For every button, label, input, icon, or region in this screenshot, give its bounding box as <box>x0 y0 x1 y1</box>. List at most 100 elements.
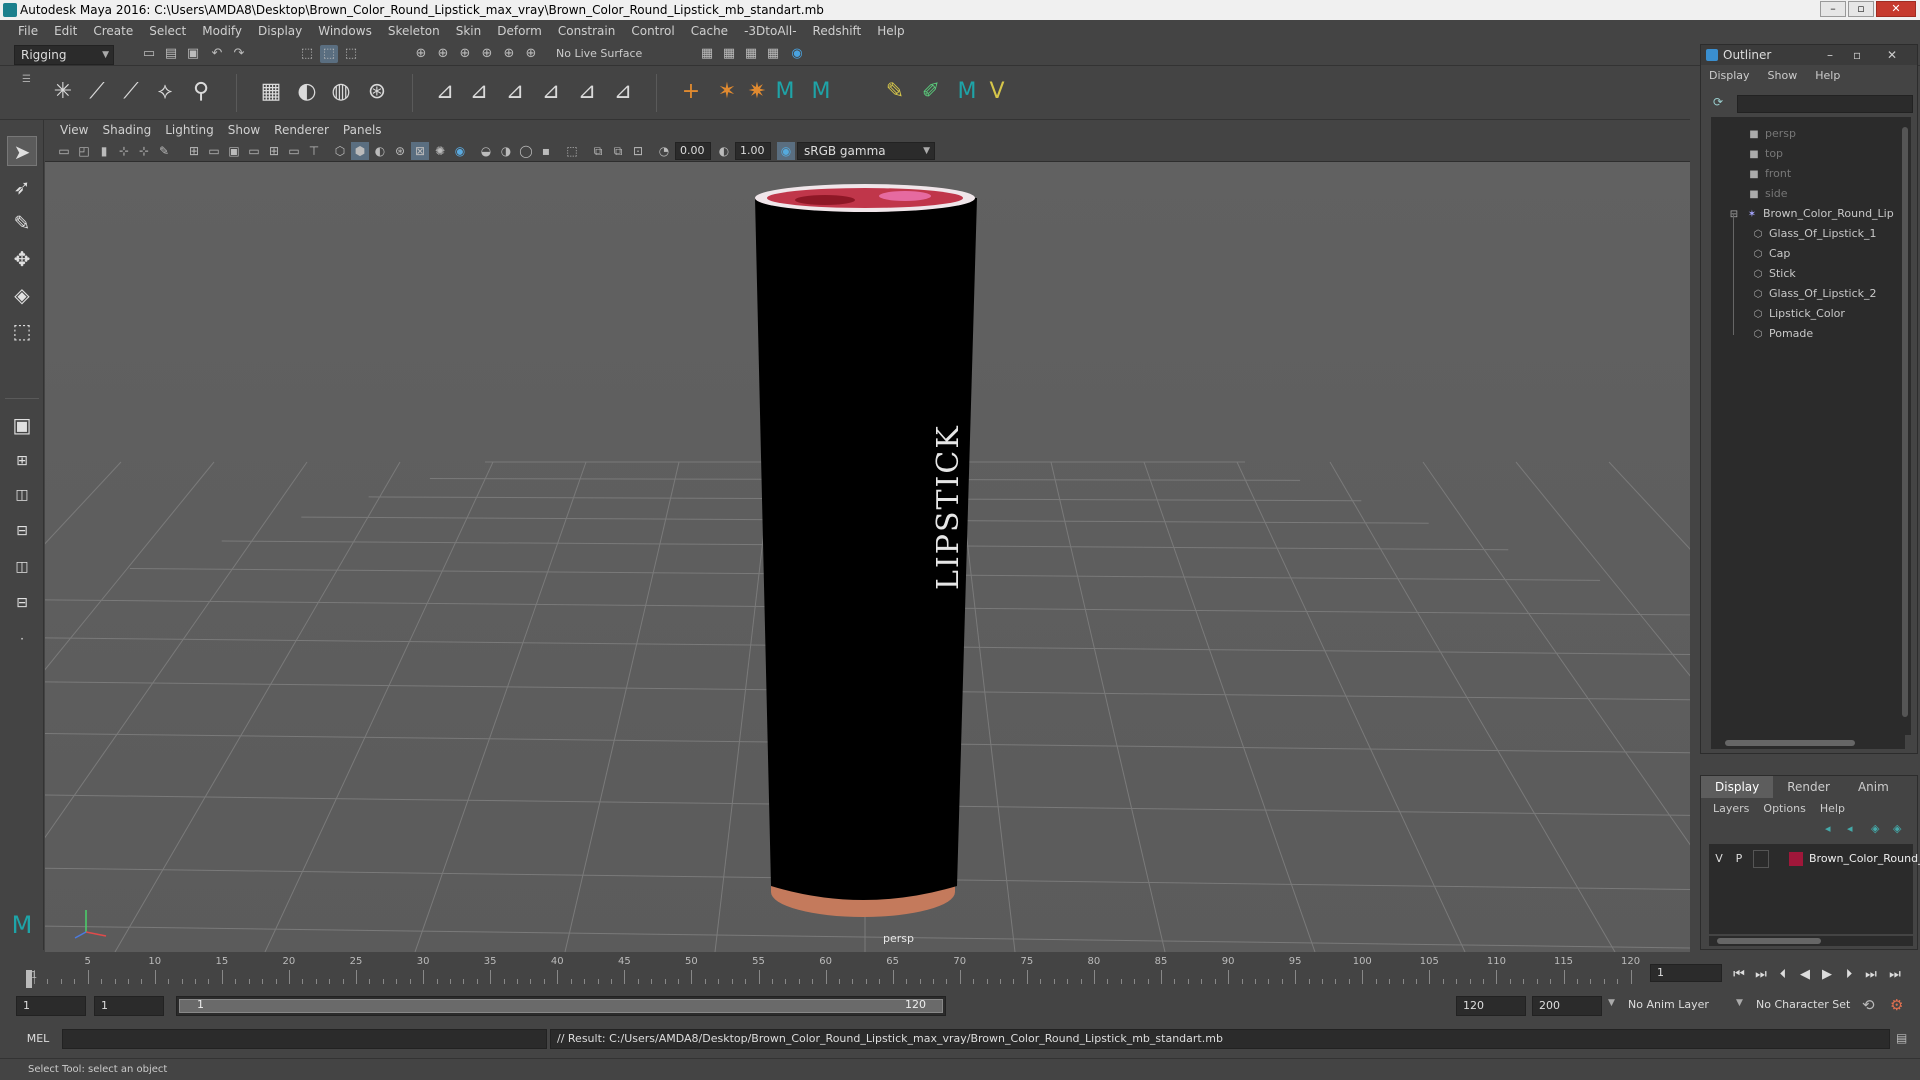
command-input[interactable] <box>62 1029 547 1049</box>
rotate-tool-icon[interactable]: ◈ <box>7 280 37 310</box>
motion-blur-icon[interactable]: ◑ <box>497 142 515 160</box>
snap-grid-icon[interactable]: ⊕ <box>412 45 430 63</box>
tab-render[interactable]: Render <box>1773 776 1844 798</box>
xray-joints-icon[interactable]: ⧉ <box>589 142 607 160</box>
gamma-field[interactable]: 1.00 <box>735 142 771 160</box>
outliner-close-button[interactable]: ✕ <box>1887 45 1897 65</box>
panel-menu-shading[interactable]: Shading <box>95 123 158 137</box>
layout-four-icon[interactable]: ⊞ <box>7 446 37 476</box>
locator-icon[interactable]: + <box>676 77 706 107</box>
panel-menu-show[interactable]: Show <box>221 123 267 137</box>
menu-file[interactable]: File <box>10 24 46 38</box>
ambient-occlusion-icon[interactable]: ◒ <box>477 142 495 160</box>
character-set-dropdown[interactable]: No Character Set <box>1756 998 1850 1011</box>
menu-3dtoall[interactable]: -3DtoAll- <box>736 24 804 38</box>
gate-mask-icon[interactable]: ▭ <box>245 142 263 160</box>
live-surface-field[interactable]: No Live Surface <box>556 47 642 60</box>
start-time-field[interactable]: 1 <box>16 996 86 1016</box>
layout-outliner-icon[interactable]: ⊟ <box>7 588 37 618</box>
anim-layer-dropdown-icon[interactable]: ▼ <box>1608 998 1615 1008</box>
lasso-tool-icon[interactable]: ➶ <box>7 172 37 202</box>
script-language-toggle[interactable]: MEL <box>18 1030 58 1048</box>
time-ruler[interactable]: 1 5 10 15 20 25 30 35 40 45 50 55 60 65 70 75 80 85 90 95 10… <box>28 956 1648 984</box>
go-to-end-icon[interactable]: ⏭ <box>1886 966 1904 984</box>
layer-menu-help[interactable]: Help <box>1820 802 1859 815</box>
menu-windows[interactable]: Windows <box>310 24 380 38</box>
layout-two-icon[interactable]: ◫ <box>7 480 37 510</box>
pole-vector-icon[interactable]: ⊿ <box>608 77 638 107</box>
lipstick-model[interactable]: LIPSTICK <box>45 162 1690 952</box>
select-camera-icon[interactable]: ▭ <box>55 142 73 160</box>
save-scene-icon[interactable]: ▣ <box>184 45 202 63</box>
panel-menu-lighting[interactable]: Lighting <box>158 123 221 137</box>
playback-end-field[interactable]: 120 <box>1456 996 1526 1016</box>
nonlinear-icon[interactable]: ◍ <box>326 77 356 107</box>
play-forwards-icon[interactable]: ▶ <box>1818 966 1836 984</box>
joint-orient-icon[interactable]: ✷ <box>742 77 772 107</box>
exposure-field[interactable]: 0.00 <box>675 142 711 160</box>
outliner-camera-persp[interactable]: ■ persp <box>1747 125 1796 143</box>
film-gate-icon[interactable]: ▭ <box>205 142 223 160</box>
end-time-field[interactable]: 200 <box>1532 996 1602 1016</box>
character-set-dropdown-icon[interactable]: ▼ <box>1736 998 1743 1008</box>
layout-three-icon[interactable]: ◫ <box>7 552 37 582</box>
field-chart-icon[interactable]: ⊞ <box>265 142 283 160</box>
menu-modify[interactable]: Modify <box>194 24 250 38</box>
skin-bind-icon[interactable]: ⚲ <box>186 77 216 107</box>
maya-tool-2-icon[interactable]: M <box>806 77 836 107</box>
new-scene-icon[interactable]: ▭ <box>140 45 158 63</box>
range-slider-track[interactable]: 1 120 <box>176 996 946 1016</box>
snap-point-icon[interactable]: ⊕ <box>456 45 474 63</box>
menu-help[interactable]: Help <box>869 24 912 38</box>
time-slider[interactable]: 1 5 10 15 20 25 30 35 40 45 50 55 60 65 70 75 80 85 90 95 10… <box>0 952 1920 988</box>
outliner-minimize-button[interactable]: – <box>1827 45 1833 65</box>
outliner-item[interactable]: ⬡ Stick <box>1751 265 1796 283</box>
snap-live-icon[interactable]: ⊕ <box>522 45 540 63</box>
gamma-icon[interactable]: ◐ <box>715 142 733 160</box>
safe-title-icon[interactable]: ⊤ <box>305 142 323 160</box>
menu-create[interactable]: Create <box>85 24 141 38</box>
undo-icon[interactable]: ↶ <box>208 45 226 63</box>
scale-constraint-icon[interactable]: ⊿ <box>536 77 566 107</box>
playback-start-field[interactable]: 1 <box>94 996 164 1016</box>
animation-prefs-icon[interactable]: ⚙ <box>1890 996 1903 1014</box>
xray-active-icon[interactable]: ⧉ <box>609 142 627 160</box>
snap-view-icon[interactable]: ⊕ <box>478 45 496 63</box>
auto-key-icon[interactable]: ⟲ <box>1862 996 1875 1014</box>
scale-tool-icon[interactable]: ⬚ <box>7 316 37 346</box>
layout-stack-icon[interactable]: ⊟ <box>7 516 37 546</box>
outliner-item[interactable]: ⬡ Pomade <box>1751 325 1814 343</box>
current-frame-marker[interactable] <box>26 970 32 988</box>
backface-icon[interactable]: ⊡ <box>629 142 647 160</box>
menu-constrain[interactable]: Constrain <box>550 24 624 38</box>
current-frame-field[interactable]: 1 <box>1650 964 1722 982</box>
safe-action-icon[interactable]: ▭ <box>285 142 303 160</box>
wireframe-icon[interactable]: ⬡ <box>331 142 349 160</box>
layer-row[interactable]: V P Brown_Color_Round_l <box>1709 850 1920 868</box>
paint-select-icon[interactable]: ✎ <box>7 208 37 238</box>
smooth-shade-icon[interactable]: ⬢ <box>351 142 369 160</box>
panel-menu-panels[interactable]: Panels <box>336 123 389 137</box>
select-component-icon[interactable]: ⬚ <box>342 45 360 63</box>
resolution-gate-icon[interactable]: ▣ <box>225 142 243 160</box>
aim-constraint-icon[interactable]: ⊿ <box>464 77 494 107</box>
blendshape-icon[interactable]: ⟡ <box>150 77 180 107</box>
outliner-item[interactable]: ⬡ Glass_Of_Lipstick_1 <box>1751 225 1877 243</box>
render-view-icon[interactable]: ▦ <box>698 45 716 63</box>
menu-cache[interactable]: Cache <box>683 24 736 38</box>
outliner-camera-side[interactable]: ■ side <box>1747 185 1787 203</box>
menuset-dropdown[interactable]: Rigging ▼ <box>14 45 114 65</box>
point-constraint-icon[interactable]: ⊿ <box>430 77 460 107</box>
move-layer-down-icon[interactable]: ◂ <box>1847 822 1853 835</box>
depth-of-field-icon[interactable]: ▪ <box>537 142 555 160</box>
snap-curve-icon[interactable]: ⊕ <box>434 45 452 63</box>
parent-constraint-icon[interactable]: ⊿ <box>572 77 602 107</box>
joint-tool-icon[interactable]: ✳ <box>48 77 78 107</box>
outliner-item[interactable]: ⬡ Cap <box>1751 245 1791 263</box>
ik-spline-icon[interactable]: ⟋ <box>116 77 146 107</box>
new-layer-icon[interactable]: ◈ <box>1871 822 1879 835</box>
color-management-icon[interactable]: ◉ <box>777 142 795 160</box>
layer-color-swatch[interactable] <box>1789 852 1803 866</box>
wireframe-on-shaded-icon[interactable]: ◐ <box>371 142 389 160</box>
layer-playback-toggle[interactable]: P <box>1731 850 1747 868</box>
